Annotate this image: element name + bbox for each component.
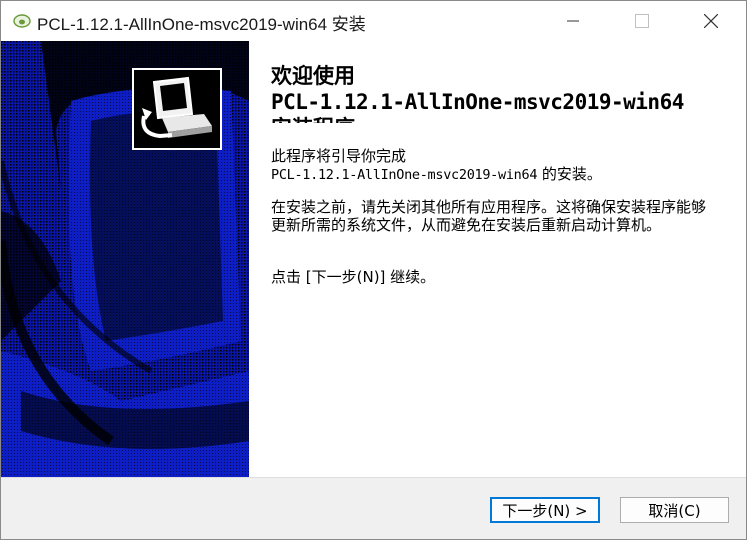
maximize-button[interactable] (619, 1, 665, 41)
heading-line-3: 安装程序 (271, 115, 713, 123)
installer-window: PCL-1.12.1-AllInOne-msvc2019-win64 安装 欢迎… (0, 0, 747, 540)
heading-line-2: PCL-1.12.1-AllInOne-msvc2019-win64 (271, 90, 684, 114)
installer-computer-icon (132, 68, 222, 150)
welcome-heading: 欢迎使用 PCL-1.12.1-AllInOne-msvc2019-win64 … (271, 63, 713, 123)
close-button[interactable] (688, 1, 734, 41)
intro-text: 此程序将引导你完成 PCL-1.12.1-AllInOne-msvc2019-w… (271, 147, 716, 184)
close-icon (704, 14, 718, 28)
next-button[interactable]: 下一步(N) > (490, 497, 600, 523)
welcome-content: 欢迎使用 PCL-1.12.1-AllInOne-msvc2019-win64 … (132, 41, 746, 477)
intro-suffix: 的安装。 (537, 165, 602, 183)
title-bar[interactable]: PCL-1.12.1-AllInOne-msvc2019-win64 安装 (1, 1, 746, 41)
button-bar: 下一步(N) > 取消(C) (1, 477, 746, 539)
app-icon (13, 14, 31, 28)
intro-product: PCL-1.12.1-AllInOne-msvc2019-win64 (271, 167, 538, 183)
minimize-icon (567, 20, 579, 22)
advice-text: 在安装之前，请先关闭其他所有应用程序。这将确保安装程序能够更新所需的系统文件，从… (271, 198, 707, 234)
continue-text: 点击 [下一步(N)] 继续。 (271, 268, 436, 286)
window-title: PCL-1.12.1-AllInOne-msvc2019-win64 安装 (37, 15, 366, 34)
heading-line-1: 欢迎使用 (271, 64, 355, 88)
minimize-button[interactable] (550, 1, 596, 41)
cancel-button[interactable]: 取消(C) (620, 497, 729, 523)
maximize-icon (635, 14, 649, 28)
intro-prefix: 此程序将引导你完成 (271, 147, 407, 165)
